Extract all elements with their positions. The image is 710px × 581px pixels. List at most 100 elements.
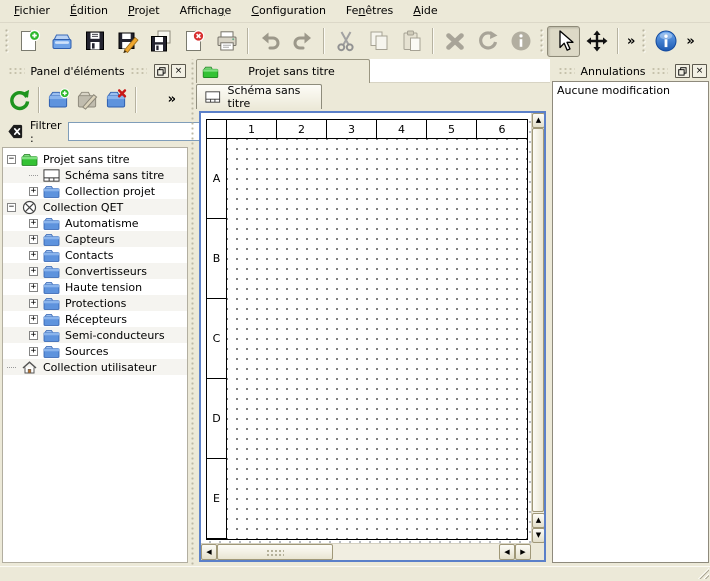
menu-item-fenetres[interactable]: Fenêtres [336,1,403,21]
panel-splitter-handle[interactable] [189,59,196,566]
expand-icon[interactable]: + [29,187,38,196]
tree-item-automatisme[interactable]: +Automatisme [3,215,187,231]
diagram-paper: 123456 ABCDE [206,119,528,540]
dock-drag-texture[interactable] [558,67,575,75]
expand-icon[interactable]: + [29,267,38,276]
select-tool-button[interactable] [547,26,580,57]
schema-tab[interactable]: Schéma sans titre [196,84,322,109]
vertical-scroll-thumb[interactable] [532,128,544,512]
menu-item-projet[interactable]: Projet [118,1,170,21]
horizontal-scrollbar[interactable]: ◀ ◀ ▶ [201,543,531,560]
tree-item-sources[interactable]: + Sources [3,343,187,359]
tree-item-semi-conducteurs[interactable]: +Semi-conducteurs [3,327,187,343]
cut-button [329,26,362,57]
tree-item-label: Protections [65,297,126,310]
status-bar [0,566,710,580]
tree-item-collection-utilisateur[interactable]: Collection utilisateur [3,359,187,375]
tree-guide-line [7,367,16,368]
float-panel-button[interactable] [154,64,169,78]
resize-grip[interactable] [697,567,709,579]
undo-list-item[interactable]: Aucune modification [557,84,704,97]
project-tab[interactable]: Projet sans titre [196,59,370,83]
new-file-button[interactable] [12,26,45,57]
tree-item-protections[interactable]: + Protections [3,295,187,311]
toolbar-drag-handle[interactable] [641,28,647,54]
toolbar-overflow-chevron[interactable]: » [623,34,639,49]
select-icon [552,29,576,53]
tree-item-label: Sources [65,345,109,358]
menu-item-configuration[interactable]: Configuration [241,1,336,21]
new-category-button[interactable] [44,85,73,114]
save-as-button[interactable] [111,26,144,57]
elements-panel-dock: Panel d'éléments × » Filtrer : −Projet s… [0,59,189,566]
diagram-grid[interactable] [227,139,527,539]
blue-folder-icon [43,312,60,327]
schema-canvas[interactable]: 123456 ABCDE [201,113,531,543]
tree-item-haute-tension[interactable]: +Haute tension [3,279,187,295]
scroll-right-button[interactable]: ▶ [515,544,531,560]
undo-history-list[interactable]: Aucune modification [552,81,709,563]
collapse-icon[interactable]: − [7,155,16,164]
qelectrotech-window: { "menu": { "items": [ {"pre":"","accel"… [0,0,710,581]
close-file-button[interactable] [177,26,210,57]
toolbar-overflow-chevron[interactable]: » [682,34,698,49]
close-undo-panel-button[interactable]: × [692,64,707,78]
toolbar-overflow-chevron[interactable]: » [164,92,180,107]
menu-item-aide[interactable]: Aide [403,1,447,21]
expand-icon[interactable]: + [29,299,38,308]
row-header-C: C [207,299,227,379]
about-button[interactable] [649,26,682,57]
tree-item-convertisseurs[interactable]: +Convertisseurs [3,263,187,279]
float-icon [157,67,166,76]
open-file-button[interactable] [45,26,78,57]
tree-item-capteurs[interactable]: +Capteurs [3,231,187,247]
menu-item-edition[interactable]: Édition [60,1,118,21]
toolbar-drag-handle[interactable] [4,28,10,54]
toolbar-separator [247,28,249,54]
close-panel-button[interactable]: × [171,64,186,78]
expand-icon[interactable]: + [29,283,38,292]
save-button[interactable] [78,26,111,57]
schema-editor-view[interactable]: 123456 ABCDE ▲ ▲ ▼ ◀ ◀ ▶ [199,111,546,562]
reload-collections-button[interactable] [5,85,34,114]
green-folder-icon [21,152,38,167]
menu-item-fichier[interactable]: Fichier [4,1,60,21]
elements-panel-titlebar: Panel d'éléments × [0,61,189,81]
tree-item-collection-qet[interactable]: −Collection QET [3,199,187,215]
expand-icon[interactable]: + [29,235,38,244]
tree-item-collection-projet[interactable]: +Collection projet [3,183,187,199]
tree-item-label: Projet sans titre [43,153,130,166]
toolbar-drag-handle[interactable] [539,28,545,54]
collapse-icon[interactable]: − [7,203,16,212]
save-all-button[interactable] [144,26,177,57]
dock-drag-texture[interactable] [8,67,25,75]
scroll-left-button[interactable]: ◀ [201,544,217,560]
clear-filter-icon[interactable] [7,123,24,140]
expand-icon[interactable]: + [29,315,38,324]
tree-item-contacts[interactable]: + Contacts [3,247,187,263]
tree-item-projet-sans-titre[interactable]: − Projet sans titre [3,151,187,167]
tree-item-label: Contacts [65,249,114,262]
dock-drag-texture[interactable] [130,67,147,75]
delete-category-button[interactable] [102,85,131,114]
move-tool-button[interactable] [580,26,613,57]
dock-drag-texture[interactable] [651,67,668,75]
horizontal-scroll-thumb[interactable] [217,544,333,560]
scroll-left-button-2[interactable]: ◀ [499,544,515,560]
float-undo-panel-button[interactable] [675,64,690,78]
expand-icon[interactable]: + [29,331,38,340]
toolbar-separator [323,28,325,54]
menu-item-affichage[interactable]: Affichage [170,1,242,21]
close-icon: × [696,67,704,76]
vertical-scrollbar[interactable]: ▲ ▲ ▼ [531,113,544,543]
scroll-up-button[interactable]: ▲ [532,113,545,128]
expand-icon[interactable]: + [29,251,38,260]
tree-item-schema-sans-titre[interactable]: Schéma sans titre [3,167,187,183]
column-header-6: 6 [477,120,527,139]
print-button[interactable] [210,26,243,57]
scroll-down-button[interactable]: ▼ [532,528,545,543]
expand-icon[interactable]: + [29,347,38,356]
scroll-up-button-2[interactable]: ▲ [532,513,545,528]
tree-item-recepteurs[interactable]: +Récepteurs [3,311,187,327]
expand-icon[interactable]: + [29,219,38,228]
